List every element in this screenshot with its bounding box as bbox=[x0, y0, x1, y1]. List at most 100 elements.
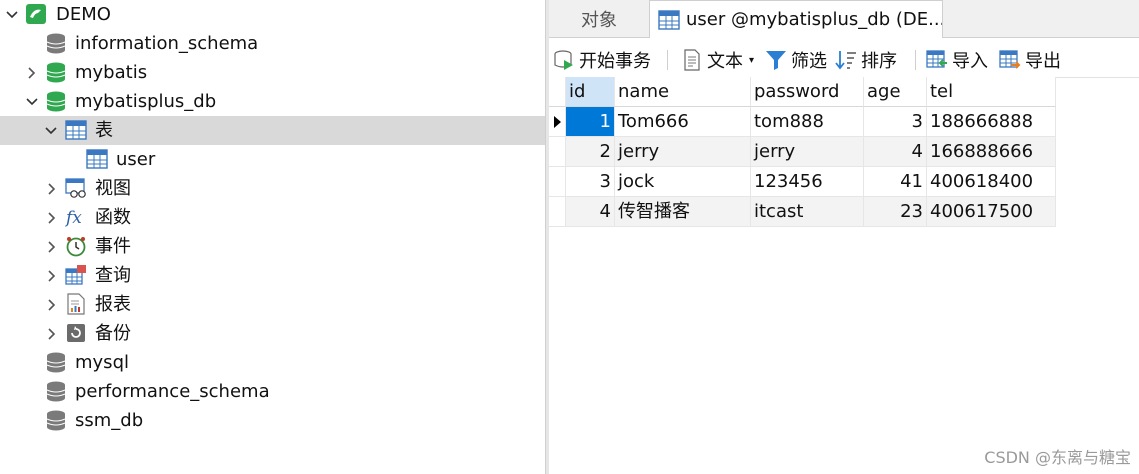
data-toolbar: 开始事务 文本 ▾ 筛选 排序 导入 导出 bbox=[549, 42, 1139, 78]
database-icon bbox=[45, 409, 67, 431]
table-row[interactable]: 1 Tom666 tom888 3 188666888 bbox=[549, 107, 1056, 137]
database-label: performance_schema bbox=[75, 381, 270, 402]
import-label: 导入 bbox=[952, 51, 988, 72]
chevron-right-icon[interactable] bbox=[44, 268, 60, 284]
column-header-age[interactable]: age bbox=[864, 77, 927, 107]
column-header-tel[interactable]: tel bbox=[927, 77, 1056, 107]
cell-age[interactable]: 3 bbox=[864, 107, 927, 137]
cell-tel[interactable]: 400618400 bbox=[927, 167, 1056, 197]
chevron-right-icon[interactable] bbox=[44, 181, 60, 197]
function-icon: fx bbox=[65, 206, 87, 228]
import-button[interactable]: 导入 bbox=[926, 42, 988, 78]
text-view-button[interactable]: 文本 ▾ bbox=[681, 42, 754, 78]
svg-text:fx: fx bbox=[65, 208, 82, 228]
connection-icon bbox=[25, 3, 47, 25]
chevron-right-icon[interactable] bbox=[44, 326, 60, 342]
tree-db-mybatis[interactable]: mybatis bbox=[0, 58, 545, 87]
cell-id[interactable]: 2 bbox=[566, 137, 615, 167]
tree-table-user[interactable]: user bbox=[0, 145, 545, 174]
tab-objects[interactable]: 对象 bbox=[549, 0, 649, 38]
chevron-down-icon[interactable] bbox=[24, 94, 40, 110]
cell-tel[interactable]: 400617500 bbox=[927, 197, 1056, 227]
row-indicator[interactable] bbox=[549, 167, 566, 197]
cell-age[interactable]: 23 bbox=[864, 197, 927, 227]
column-header-id[interactable]: id bbox=[566, 77, 615, 107]
column-header-name[interactable]: name bbox=[615, 77, 751, 107]
chevron-down-icon[interactable] bbox=[43, 123, 59, 139]
database-label: information_schema bbox=[75, 33, 259, 54]
filter-label: 筛选 bbox=[791, 51, 827, 72]
cell-tel[interactable]: 188666888 bbox=[927, 107, 1056, 137]
grid-header-row: id name password age tel bbox=[549, 77, 1056, 107]
chevron-down-icon[interactable] bbox=[4, 7, 20, 23]
connection-label: DEMO bbox=[56, 4, 111, 25]
tree-db-mysql[interactable]: mysql bbox=[0, 348, 545, 377]
chevron-right-icon[interactable] bbox=[44, 210, 60, 226]
cell-password[interactable]: itcast bbox=[751, 197, 864, 227]
tree-node-views[interactable]: 视图 bbox=[0, 174, 545, 203]
table-row[interactable]: 3 jock 123456 41 400618400 bbox=[549, 167, 1056, 197]
chevron-right-icon[interactable] bbox=[24, 65, 40, 81]
cell-name[interactable]: Tom666 bbox=[615, 107, 751, 137]
row-indicator[interactable] bbox=[549, 197, 566, 227]
tree-node-reports[interactable]: 报表 bbox=[0, 290, 545, 319]
table-row[interactable]: 4 传智播客 itcast 23 400617500 bbox=[549, 197, 1056, 227]
filter-button[interactable]: 筛选 bbox=[765, 42, 827, 78]
cell-password[interactable]: 123456 bbox=[751, 167, 864, 197]
clock-icon bbox=[65, 235, 87, 257]
cell-id[interactable]: 3 bbox=[566, 167, 615, 197]
cell-name[interactable]: jerry bbox=[615, 137, 751, 167]
table-row[interactable]: 2 jerry jerry 4 166888666 bbox=[549, 137, 1056, 167]
begin-transaction-button[interactable]: 开始事务 bbox=[553, 42, 651, 78]
tree-node-backups[interactable]: 备份 bbox=[0, 319, 545, 348]
row-indicator[interactable] bbox=[549, 107, 566, 137]
tree-db-mybatisplus-db[interactable]: mybatisplus_db bbox=[0, 87, 545, 116]
database-label: mybatis bbox=[75, 62, 148, 83]
column-header-password[interactable]: password bbox=[751, 77, 864, 107]
chevron-right-icon[interactable] bbox=[44, 239, 60, 255]
tree-node-tables[interactable]: 表 bbox=[0, 116, 545, 145]
cell-age[interactable]: 41 bbox=[864, 167, 927, 197]
tab-bar: 对象 user @mybatisplus_db (DE... bbox=[549, 0, 1139, 38]
tab-user-label: user @mybatisplus_db (DE... bbox=[686, 9, 942, 30]
tree-db-information-schema[interactable]: information_schema bbox=[0, 29, 545, 58]
view-icon bbox=[65, 177, 87, 199]
tree-db-ssm-db[interactable]: ssm_db bbox=[0, 406, 545, 435]
import-icon bbox=[926, 49, 948, 71]
tree-connection-demo[interactable]: DEMO bbox=[0, 0, 545, 29]
row-indicator-header bbox=[549, 77, 566, 107]
tree-node-queries[interactable]: 查询 bbox=[0, 261, 545, 290]
export-button[interactable]: 导出 bbox=[999, 42, 1061, 78]
content-pane: 对象 user @mybatisplus_db (DE... 开始事务 文本 ▾… bbox=[549, 0, 1139, 474]
chevron-right-icon[interactable] bbox=[44, 297, 60, 313]
tree-node-functions[interactable]: fx 函数 bbox=[0, 203, 545, 232]
events-label: 事件 bbox=[95, 236, 131, 257]
row-indicator[interactable] bbox=[549, 137, 566, 167]
dropdown-arrow-icon[interactable]: ▾ bbox=[749, 55, 754, 66]
export-icon bbox=[999, 49, 1021, 71]
cell-name[interactable]: jock bbox=[615, 167, 751, 197]
cell-password[interactable]: tom888 bbox=[751, 107, 864, 137]
toolbar-divider bbox=[915, 50, 916, 70]
begin-transaction-label: 开始事务 bbox=[579, 51, 651, 72]
database-icon bbox=[45, 90, 67, 112]
tree-db-performance-schema[interactable]: performance_schema bbox=[0, 377, 545, 406]
cell-age[interactable]: 4 bbox=[864, 137, 927, 167]
backups-label: 备份 bbox=[95, 323, 131, 344]
tree-node-events[interactable]: 事件 bbox=[0, 232, 545, 261]
cell-tel[interactable]: 166888666 bbox=[927, 137, 1056, 167]
cell-id[interactable]: 1 bbox=[566, 107, 615, 137]
database-icon bbox=[45, 61, 67, 83]
cell-name[interactable]: 传智播客 bbox=[615, 197, 751, 227]
tab-user-table[interactable]: user @mybatisplus_db (DE... bbox=[649, 0, 943, 38]
database-icon bbox=[45, 351, 67, 373]
database-icon bbox=[45, 32, 67, 54]
sort-icon bbox=[835, 49, 857, 71]
cell-id[interactable]: 4 bbox=[566, 197, 615, 227]
toolbar-divider bbox=[667, 50, 668, 70]
sort-label: 排序 bbox=[861, 51, 897, 72]
sort-button[interactable]: 排序 bbox=[835, 42, 897, 78]
table-icon bbox=[65, 119, 87, 141]
database-icon bbox=[45, 380, 67, 402]
cell-password[interactable]: jerry bbox=[751, 137, 864, 167]
